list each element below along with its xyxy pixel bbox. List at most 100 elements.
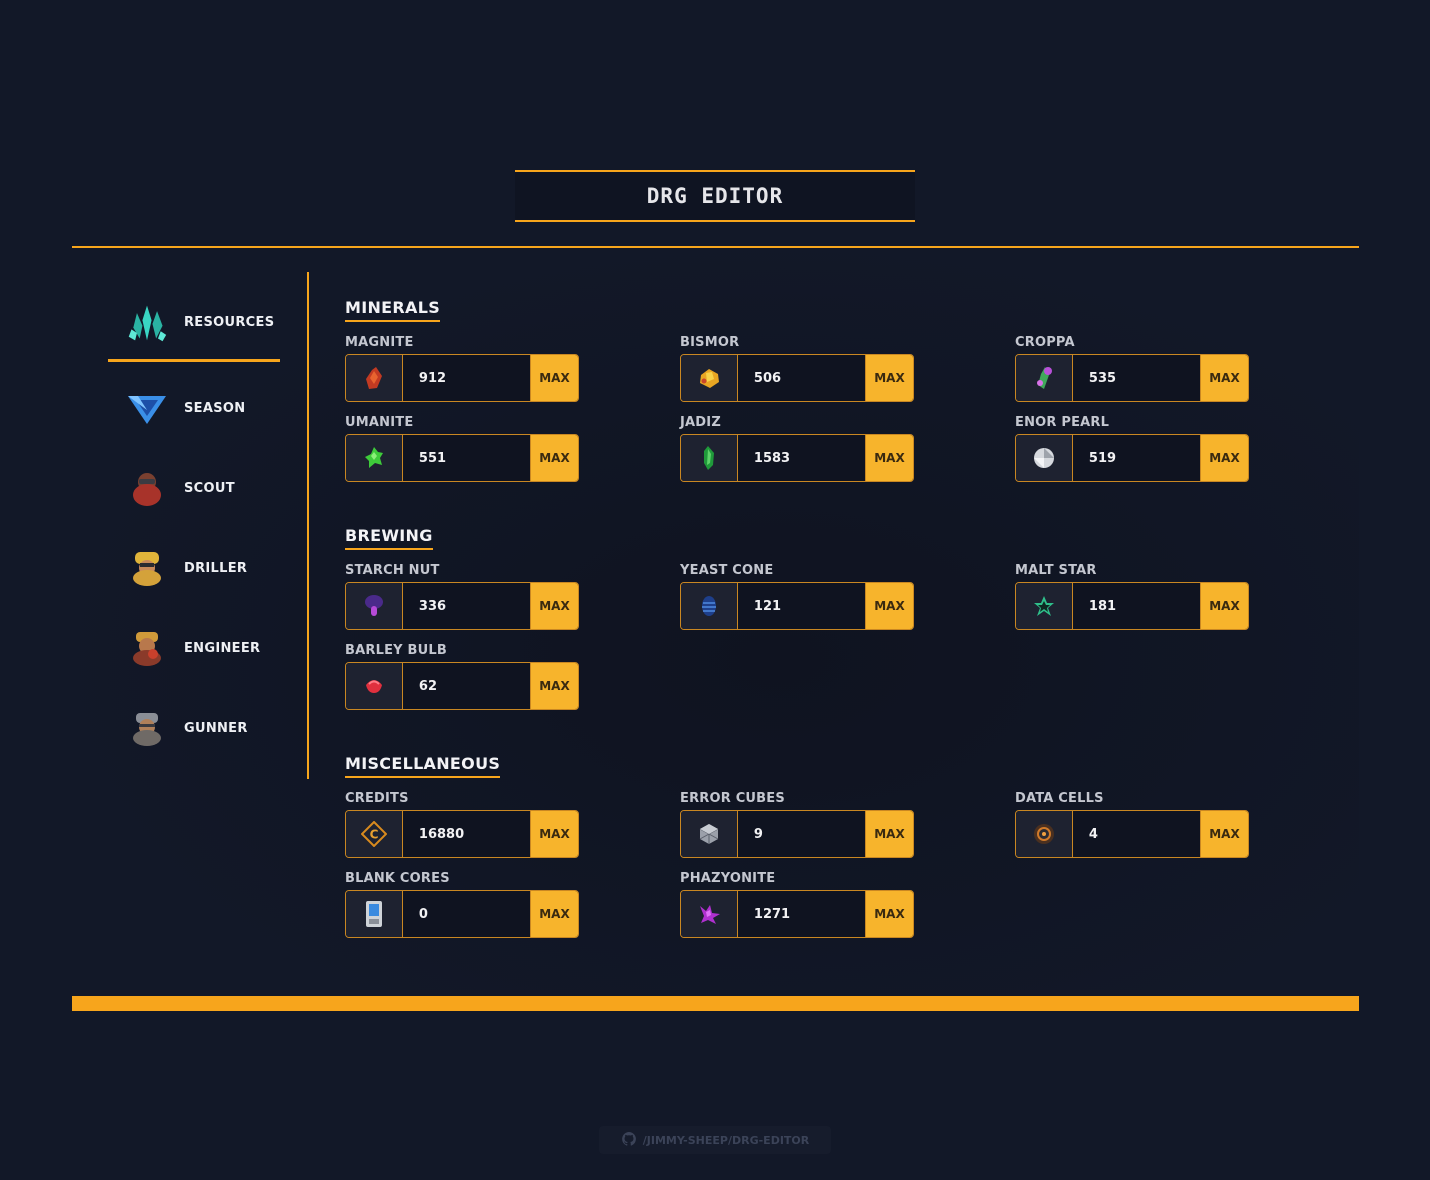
resource-control: MAX: [345, 434, 579, 482]
data-cells-max-button[interactable]: MAX: [1200, 811, 1248, 857]
resource-control: MAX: [345, 354, 579, 402]
yeast-cone-max-button[interactable]: MAX: [865, 583, 913, 629]
github-icon: [621, 1131, 637, 1150]
resource-control: MAX: [680, 890, 914, 938]
phazyonite-icon: [681, 891, 738, 937]
phazyonite-max-button[interactable]: MAX: [865, 891, 913, 937]
umanite-input[interactable]: [402, 435, 531, 481]
resource-control: MAX: [680, 434, 914, 482]
gunner-dwarf-icon: [126, 707, 168, 749]
resource-label: Starch Nut: [345, 563, 440, 578]
umanite-max-button[interactable]: MAX: [530, 435, 578, 481]
resource-bismor: Bismor MAX: [680, 336, 914, 402]
sidebar-item-resources[interactable]: Resources: [108, 286, 280, 362]
resource-label: Enor Pearl: [1015, 415, 1110, 430]
data-cells-input[interactable]: [1072, 811, 1201, 857]
credits-icon: C: [346, 811, 403, 857]
enor-pearl-input[interactable]: [1072, 435, 1201, 481]
app-header: DRG Editor: [515, 170, 915, 222]
yeast-cone-icon: [681, 583, 738, 629]
yeast-cone-input[interactable]: [737, 583, 866, 629]
github-link-label: /jimmy-sheep/drg-editor: [642, 1133, 810, 1147]
sidebar-item-label: Resources: [184, 315, 275, 330]
bismor-input[interactable]: [737, 355, 866, 401]
magnite-max-button[interactable]: MAX: [530, 355, 578, 401]
resource-control: MAX: [680, 354, 914, 402]
footer-bar: [72, 996, 1359, 1011]
sidebar-item-gunner[interactable]: Gunner: [108, 690, 280, 766]
jadiz-icon: [681, 435, 738, 481]
sidebar-item-label: Engineer: [184, 640, 261, 656]
sidebar-item-engineer[interactable]: Engineer: [108, 610, 280, 686]
resource-label: Blank Cores: [345, 871, 450, 886]
resource-label: Phazyonite: [680, 871, 776, 886]
sidebar-item-label: Scout: [184, 480, 235, 496]
scout-dwarf-icon: [126, 467, 168, 509]
croppa-input[interactable]: [1072, 355, 1201, 401]
resource-jadiz: Jadiz MAX: [680, 416, 914, 482]
resource-yeast-cone: Yeast Cone MAX: [680, 564, 914, 630]
resource-control: C MAX: [345, 810, 579, 858]
barley-bulb-max-button[interactable]: MAX: [530, 663, 578, 709]
sidebar-item-scout[interactable]: Scout: [108, 450, 280, 526]
magnite-icon: [346, 355, 403, 401]
credits-max-button[interactable]: MAX: [530, 811, 578, 857]
malt-star-input[interactable]: [1072, 583, 1201, 629]
github-link[interactable]: /jimmy-sheep/drg-editor: [599, 1126, 831, 1154]
resource-barley-bulb: Barley Bulb MAX: [345, 644, 579, 710]
malt-star-max-button[interactable]: MAX: [1200, 583, 1248, 629]
resource-label: Barley Bulb: [345, 643, 447, 658]
resource-label: Error Cubes: [680, 791, 785, 806]
sidebar-item-label: Driller: [184, 560, 248, 576]
resource-label: Yeast Cone: [680, 563, 774, 578]
error-cube-icon: [681, 811, 738, 857]
blank-cores-input[interactable]: [402, 891, 531, 937]
croppa-icon: [1016, 355, 1073, 401]
starch-nut-max-button[interactable]: MAX: [530, 583, 578, 629]
resource-label: Credits: [345, 791, 409, 806]
resource-data-cells: Data Cells MAX: [1015, 792, 1249, 858]
resource-control: MAX: [345, 662, 579, 710]
sidebar-item-label: Gunner: [184, 720, 248, 736]
app-title: DRG Editor: [646, 184, 784, 208]
resource-label: Magnite: [345, 335, 414, 350]
resource-label: Jadiz: [680, 415, 721, 430]
croppa-max-button[interactable]: MAX: [1200, 355, 1248, 401]
blank-cores-max-button[interactable]: MAX: [530, 891, 578, 937]
magnite-input[interactable]: [402, 355, 531, 401]
bismor-max-button[interactable]: MAX: [865, 355, 913, 401]
resource-control: MAX: [1015, 354, 1249, 402]
resource-control: MAX: [1015, 810, 1249, 858]
resource-credits: Credits C MAX: [345, 792, 579, 858]
sidebar-divider: [307, 272, 309, 779]
barley-bulb-input[interactable]: [402, 663, 531, 709]
umanite-icon: [346, 435, 403, 481]
credits-input[interactable]: [402, 811, 531, 857]
error-cubes-input[interactable]: [737, 811, 866, 857]
resource-starch-nut: Starch Nut MAX: [345, 564, 579, 630]
section-title-brewing: Brewing: [345, 526, 433, 550]
error-cubes-max-button[interactable]: MAX: [865, 811, 913, 857]
malt-star-icon: [1016, 583, 1073, 629]
starch-nut-icon: [346, 583, 403, 629]
crystal-icon: [126, 302, 168, 344]
enor-pearl-max-button[interactable]: MAX: [1200, 435, 1248, 481]
jadiz-input[interactable]: [737, 435, 866, 481]
resource-label: Bismor: [680, 335, 740, 350]
section-title-minerals: Minerals: [345, 298, 441, 322]
resource-magnite: Magnite MAX: [345, 336, 579, 402]
resource-control: MAX: [680, 582, 914, 630]
season-chevron-icon: [126, 387, 168, 429]
resource-label: Umanite: [345, 415, 414, 430]
resource-control: MAX: [345, 582, 579, 630]
jadiz-max-button[interactable]: MAX: [865, 435, 913, 481]
resource-control: MAX: [1015, 582, 1249, 630]
resource-error-cubes: Error Cubes MAX: [680, 792, 914, 858]
driller-dwarf-icon: [126, 547, 168, 589]
sidebar-item-season[interactable]: Season: [108, 370, 280, 446]
phazyonite-input[interactable]: [737, 891, 866, 937]
resource-label: Data Cells: [1015, 791, 1104, 806]
sidebar-item-driller[interactable]: Driller: [108, 530, 280, 606]
bismor-icon: [681, 355, 738, 401]
starch-nut-input[interactable]: [402, 583, 531, 629]
